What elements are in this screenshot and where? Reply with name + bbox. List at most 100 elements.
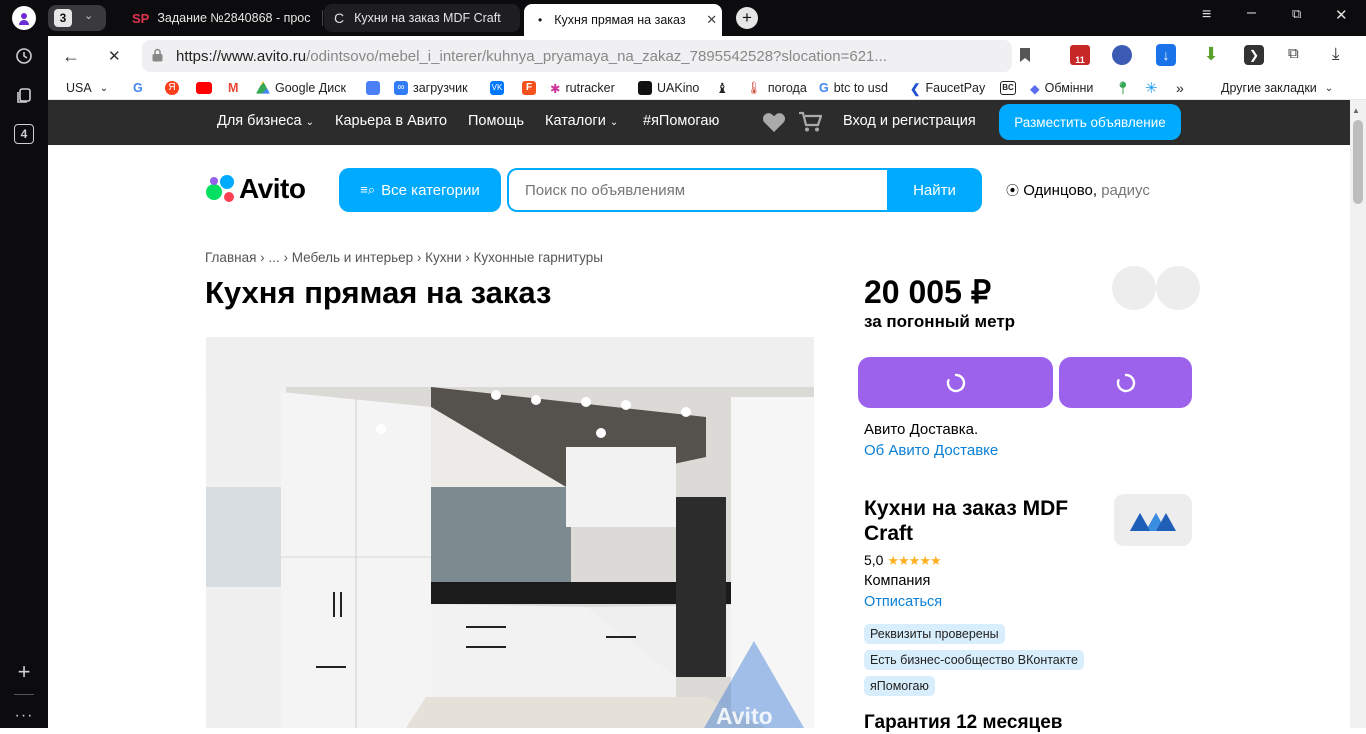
bookmark-star[interactable]: ✳ [1145, 80, 1158, 97]
bookmark-label: загрузчик [413, 81, 468, 95]
loading-spinner-icon [946, 373, 965, 392]
minimize-icon[interactable]: – [1247, 4, 1256, 22]
search-button[interactable]: Найти [887, 168, 982, 212]
bookmark-yandex[interactable]: Я [165, 80, 184, 96]
tab-group-button[interactable]: 3 ⌄ [48, 5, 106, 31]
bookmark-google[interactable]: G [133, 80, 143, 96]
all-categories-button[interactable]: ≡⌕ Все категории [339, 168, 501, 212]
yandex-icon: Я [165, 81, 179, 95]
buy-with-delivery-button[interactable] [858, 357, 1053, 408]
bookmark-weather[interactable]: 🌡︎ погода [746, 80, 807, 96]
infinity-icon: ∞ [394, 81, 408, 95]
extensions-icon[interactable]: ⧉ [1288, 45, 1308, 65]
login-link[interactable]: Вход и регистрация [843, 113, 976, 129]
breadcrumb-kitchen-sets[interactable]: Кухонные гарнитуры [474, 250, 603, 265]
bookmark-bc[interactable]: BC [1000, 80, 1021, 96]
bookmark-chess[interactable]: ♝ [716, 80, 729, 96]
cart-icon[interactable] [798, 111, 823, 138]
restore-icon[interactable]: ⧉ [1292, 6, 1301, 22]
badge-ihelp[interactable]: яПомогаю [864, 676, 935, 696]
close-tab-icon[interactable]: ✕ [706, 12, 717, 28]
back-icon[interactable]: ← [62, 46, 80, 67]
search-input[interactable] [509, 170, 887, 210]
tab-label: Кухни на заказ MDF Craft [354, 11, 501, 25]
breadcrumb: Главная › ... › Мебель и интерьер › Кухн… [205, 250, 603, 265]
bookmark-rutracker[interactable]: ✱ rutracker [550, 80, 615, 96]
add-panel-icon[interactable]: + [12, 659, 36, 684]
scrollbar-thumb[interactable] [1353, 120, 1363, 204]
location-selector[interactable]: ⦿ Одинцово, радиус [1006, 180, 1150, 199]
url-field[interactable]: https://www.avito.ru/odintsovo/mebel_i_i… [142, 40, 1012, 72]
bookmark-downloader[interactable]: ∞ загрузчик [394, 80, 468, 96]
nav-catalogs[interactable]: Каталоги ⌄ [545, 113, 618, 129]
seller-logo[interactable] [1114, 494, 1192, 546]
post-ad-button[interactable]: Разместить объявление [999, 104, 1181, 140]
favorites-heart-icon[interactable] [762, 111, 786, 138]
bookmark-f[interactable]: F [522, 80, 541, 96]
avito-logo[interactable]: Avito [205, 172, 317, 206]
page-scrollbar[interactable]: ▲ [1350, 100, 1366, 728]
unsubscribe-link[interactable]: Отписаться [864, 594, 942, 610]
green-arrow-icon[interactable]: ⬇ [1200, 44, 1222, 66]
nav-career[interactable]: Карьера в Авито [335, 113, 447, 129]
calendar-extension-icon[interactable]: 11 [1070, 45, 1090, 65]
bookmark-uakino[interactable]: UAKino [638, 80, 699, 96]
add-to-cart-button[interactable] [1059, 357, 1192, 408]
bookmark-exchange[interactable]: ◆ Обмінни [1030, 80, 1093, 96]
tab-kitchen-active[interactable]: • Кухня прямая на заказ ✕ [524, 4, 722, 36]
listing-photo[interactable]: Avito [206, 337, 814, 728]
bookmarks-more[interactable]: » [1176, 80, 1184, 96]
bookmark-vk[interactable]: VK [490, 80, 509, 96]
badge-vk-community[interactable]: Есть бизнес-сообщество ВКонтакте [864, 650, 1084, 670]
bookmark-maps[interactable]: 📍︎ [1115, 80, 1131, 96]
tab-mdf-craft[interactable]: C Кухни на заказ MDF Craft [324, 4, 520, 32]
flag-extension-icon[interactable] [1112, 45, 1132, 65]
breadcrumb-kitchens[interactable]: Кухни [425, 250, 461, 265]
bookmark-gmail[interactable]: M [228, 80, 238, 96]
breadcrumb-ellipsis[interactable]: ... [268, 250, 279, 265]
nav-business[interactable]: Для бизнеса ⌄ [217, 113, 314, 129]
delivery-info-link[interactable]: Об Авито Доставке [864, 442, 998, 459]
chevron-down-icon: ⌄ [609, 117, 619, 128]
bookmark-google-drive[interactable]: Google Диск [256, 80, 346, 96]
close-window-icon[interactable]: ✕ [1335, 6, 1348, 24]
seller-name[interactable]: Кухни на заказ MDF Craft [864, 496, 1094, 546]
search-box: Найти [507, 168, 982, 212]
bookmark-btc[interactable]: Gbtc to usd [819, 80, 888, 96]
bookmark-icon[interactable] [1019, 47, 1031, 63]
bookmark-youtube[interactable] [196, 80, 217, 96]
menu-icon[interactable]: ≡ [1202, 6, 1211, 24]
scroll-up-icon[interactable]: ▲ [1352, 106, 1360, 115]
breadcrumb-separator: › [465, 250, 474, 265]
share-extension-icon[interactable]: ❯ [1244, 45, 1264, 65]
downloads-icon[interactable]: ⤓ [1332, 44, 1340, 64]
price-unit: за погонный метр [864, 312, 1016, 331]
other-bookmarks[interactable]: Другие закладки ⌄ [1221, 80, 1333, 96]
favorite-button-placeholder[interactable] [1112, 266, 1156, 310]
tab-label: Задание №2840868 - прос [157, 11, 311, 25]
bookmark-usa[interactable]: USA ⌄ [66, 80, 108, 96]
download-extension-icon[interactable]: ↓ [1156, 44, 1176, 66]
collections-icon[interactable] [12, 84, 36, 108]
location-city: Одинцово, [1023, 182, 1098, 199]
tabs-count-icon[interactable]: 4 [14, 124, 34, 144]
sidebar-divider [14, 694, 34, 695]
new-tab-icon[interactable]: + [736, 7, 758, 29]
seller-rating: 5,0 ★★★★★ [864, 552, 942, 569]
faucetpay-icon: ❮ [910, 81, 921, 96]
nav-help[interactable]: Помощь [468, 113, 524, 129]
bookmark-translate[interactable] [366, 80, 385, 96]
location-pin-icon: ⦿ [1006, 183, 1020, 198]
more-icon[interactable]: ··· [12, 704, 36, 728]
rating-stars-icon: ★★★★★ [887, 553, 941, 568]
breadcrumb-furniture[interactable]: Мебель и интерьер [292, 250, 413, 265]
profile-avatar-icon[interactable] [12, 6, 36, 30]
nav-ihelp[interactable]: #яПомогаю [643, 113, 719, 129]
badge-verified[interactable]: Реквизиты проверены [864, 624, 1005, 644]
bookmark-faucetpay[interactable]: ❮ FaucetPay [910, 80, 985, 96]
stop-icon[interactable]: ✕ [108, 47, 121, 65]
tab-task[interactable]: SP Задание №2840868 - прос [118, 4, 318, 32]
share-button-placeholder[interactable] [1156, 266, 1200, 310]
breadcrumb-home[interactable]: Главная [205, 250, 256, 265]
history-icon[interactable] [12, 44, 36, 68]
